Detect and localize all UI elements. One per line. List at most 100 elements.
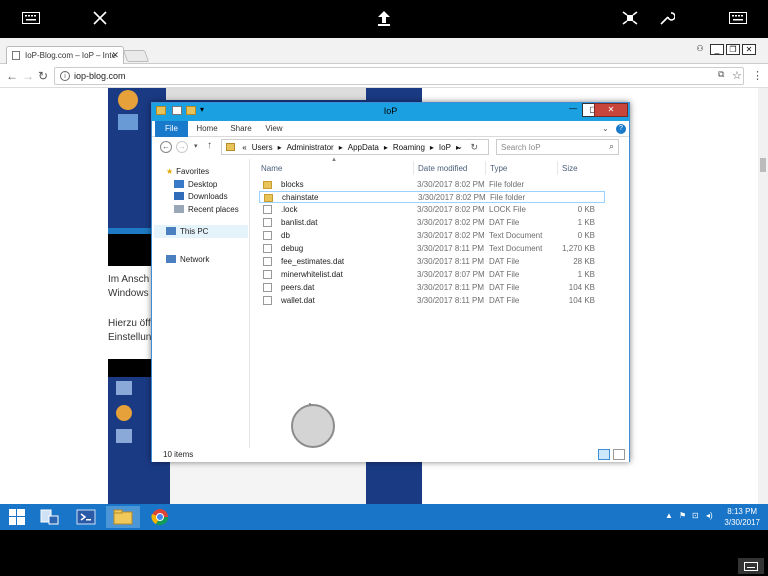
file-row[interactable]: db 3/30/2017 8:02 PM Text Document 0 KB bbox=[259, 230, 605, 242]
file-row[interactable]: debug 3/30/2017 8:11 PM Text Document 1,… bbox=[259, 243, 605, 255]
file-row[interactable]: blocks 3/30/2017 8:02 PM File folder bbox=[259, 179, 605, 191]
powershell-icon[interactable] bbox=[69, 506, 103, 528]
file-row[interactable]: minerwhitelist.dat 3/30/2017 8:07 PM DAT… bbox=[259, 269, 605, 281]
nav-favorites[interactable]: ★ Favorites bbox=[166, 167, 209, 176]
server-manager-icon[interactable] bbox=[32, 506, 66, 528]
action-center-flag-icon[interactable]: ⚑ bbox=[679, 511, 686, 520]
info-icon[interactable]: i bbox=[60, 71, 70, 81]
bookmark-star-icon[interactable]: ☆ bbox=[732, 69, 742, 82]
minimize-button[interactable]: _ bbox=[710, 44, 724, 55]
file-explorer-window: ▾ IoP — ▢ ✕ File Home Share View ⌄ ? ← →… bbox=[151, 102, 630, 462]
close-icon[interactable] bbox=[90, 8, 110, 28]
column-header-date[interactable]: Date modified bbox=[418, 164, 467, 173]
page-text-line: Im Ansch bbox=[108, 274, 150, 285]
file-type: DAT File bbox=[489, 296, 520, 305]
fullscreen-icon[interactable] bbox=[620, 8, 640, 28]
new-tab-button[interactable] bbox=[122, 50, 150, 62]
address-bar[interactable]: i iop-blog.com bbox=[54, 67, 744, 85]
breadcrumb-iop[interactable]: IoP bbox=[439, 143, 451, 152]
explorer-titlebar[interactable]: ▾ IoP — ▢ ✕ bbox=[152, 103, 629, 121]
address-dropdown-icon[interactable]: ⌄ bbox=[456, 142, 463, 151]
file-row-selected[interactable]: chainstate 3/30/2017 8:02 PM File folder bbox=[259, 191, 605, 203]
keyboard-icon[interactable] bbox=[21, 8, 41, 28]
tab-view[interactable]: View bbox=[260, 121, 288, 137]
restore-button[interactable]: ❐ bbox=[726, 44, 740, 55]
nav-downloads[interactable]: Downloads bbox=[174, 192, 228, 201]
file-row[interactable]: wallet.dat 3/30/2017 8:11 PM DAT File 10… bbox=[259, 295, 605, 307]
nav-this-pc[interactable]: This PC bbox=[154, 225, 248, 238]
browser-tab[interactable]: IoP-Blog.com – IoP – Inte ✕ bbox=[6, 46, 124, 64]
column-header-size[interactable]: Size bbox=[562, 164, 578, 173]
close-button[interactable]: ✕ bbox=[742, 44, 756, 55]
nav-network[interactable]: Network bbox=[166, 255, 209, 264]
file-row[interactable]: fee_estimates.dat 3/30/2017 8:11 PM DAT … bbox=[259, 256, 605, 268]
close-button[interactable]: ✕ bbox=[594, 103, 628, 117]
tab-share[interactable]: Share bbox=[226, 121, 256, 137]
user-icon[interactable]: ⚇ bbox=[693, 44, 707, 55]
system-clock[interactable]: 8:13 PM 3/30/2017 bbox=[724, 506, 760, 528]
network-tray-icon[interactable]: ⊡ bbox=[692, 511, 699, 520]
file-row[interactable]: banlist.dat 3/30/2017 8:02 PM DAT File 1… bbox=[259, 217, 605, 229]
nav-label: Favorites bbox=[176, 167, 210, 176]
file-icon bbox=[263, 270, 272, 279]
help-icon[interactable]: ? bbox=[616, 124, 626, 134]
forward-arrow-icon[interactable]: → bbox=[176, 141, 188, 153]
tab-strip: IoP-Blog.com – IoP – Inte ✕ ⚇ _ ❐ ✕ bbox=[0, 38, 768, 64]
url-text: iop-blog.com bbox=[74, 71, 126, 81]
file-row[interactable]: .lock 3/30/2017 8:02 PM LOCK File 0 KB bbox=[259, 204, 605, 216]
keyboard-toggle-icon[interactable] bbox=[738, 558, 764, 574]
settings-wrench-icon[interactable] bbox=[657, 8, 677, 28]
breadcrumb-administrator[interactable]: Administrator bbox=[287, 143, 334, 152]
nav-label: Recent places bbox=[188, 205, 239, 214]
file-name: blocks bbox=[281, 180, 304, 189]
file-name: chainstate bbox=[282, 193, 319, 202]
tab-close-icon[interactable]: ✕ bbox=[111, 50, 119, 61]
file-size: 104 KB bbox=[568, 296, 595, 305]
volume-icon[interactable]: ◂) bbox=[706, 511, 713, 520]
file-type: Text Document bbox=[489, 244, 543, 253]
breadcrumb-roaming[interactable]: Roaming bbox=[393, 143, 425, 152]
refresh-icon[interactable]: ↻ bbox=[470, 142, 478, 153]
large-icons-view-icon[interactable] bbox=[613, 449, 625, 460]
translate-icon[interactable]: ⧉ bbox=[718, 69, 724, 80]
tray-expand-icon[interactable]: ▲ bbox=[665, 511, 673, 520]
start-button[interactable] bbox=[0, 506, 34, 528]
file-row[interactable]: peers.dat 3/30/2017 8:11 PM DAT File 104… bbox=[259, 282, 605, 294]
column-header-name[interactable]: Name bbox=[261, 164, 282, 173]
back-arrow-icon[interactable]: ← bbox=[160, 141, 172, 153]
recent-locations-icon[interactable]: ▾ bbox=[194, 142, 198, 150]
breadcrumb-overflow[interactable]: « bbox=[242, 143, 246, 152]
text-file-icon bbox=[263, 244, 272, 253]
chrome-icon[interactable] bbox=[143, 506, 177, 528]
reload-icon[interactable]: ↻ bbox=[38, 69, 48, 83]
minimize-button[interactable]: — bbox=[562, 103, 584, 117]
file-type: DAT File bbox=[489, 257, 520, 266]
page-scrollbar[interactable] bbox=[758, 88, 768, 504]
menu-icon[interactable]: ⋮ bbox=[752, 69, 763, 82]
file-type: DAT File bbox=[489, 283, 520, 292]
address-breadcrumb[interactable]: « Users ▸ Administrator ▸ AppData ▸ Roaming ▸ IoP… bbox=[221, 139, 489, 155]
details-view-icon[interactable] bbox=[598, 449, 610, 460]
upload-icon[interactable] bbox=[374, 8, 394, 28]
breadcrumb-sep: ▸ bbox=[277, 143, 282, 152]
column-header-type[interactable]: Type bbox=[490, 164, 507, 173]
breadcrumb-users[interactable]: Users bbox=[252, 143, 273, 152]
forward-arrow-icon[interactable]: → bbox=[22, 69, 34, 83]
scrollbar-thumb[interactable] bbox=[760, 158, 766, 172]
ribbon-expand-icon[interactable]: ⌄ bbox=[602, 124, 609, 133]
page-text-line: Hierzu öff bbox=[108, 318, 151, 329]
nav-recent-places[interactable]: Recent places bbox=[174, 205, 239, 214]
back-arrow-icon[interactable]: ← bbox=[6, 69, 18, 83]
up-arrow-icon[interactable]: ↑ bbox=[207, 140, 212, 151]
tab-home[interactable]: Home bbox=[192, 121, 222, 137]
remote-toolbar bbox=[0, 0, 768, 38]
keyboard-icon-right[interactable] bbox=[728, 8, 748, 28]
nav-desktop[interactable]: Desktop bbox=[174, 180, 217, 189]
tab-file[interactable]: File bbox=[155, 121, 188, 137]
search-box[interactable]: Search IoP ⌕ bbox=[496, 139, 619, 155]
file-date: 3/30/2017 8:11 PM bbox=[417, 296, 485, 305]
file-explorer-taskbar-icon[interactable] bbox=[106, 506, 140, 528]
file-size: 1 KB bbox=[577, 270, 595, 279]
breadcrumb-appdata[interactable]: AppData bbox=[348, 143, 379, 152]
file-icon bbox=[263, 296, 272, 305]
